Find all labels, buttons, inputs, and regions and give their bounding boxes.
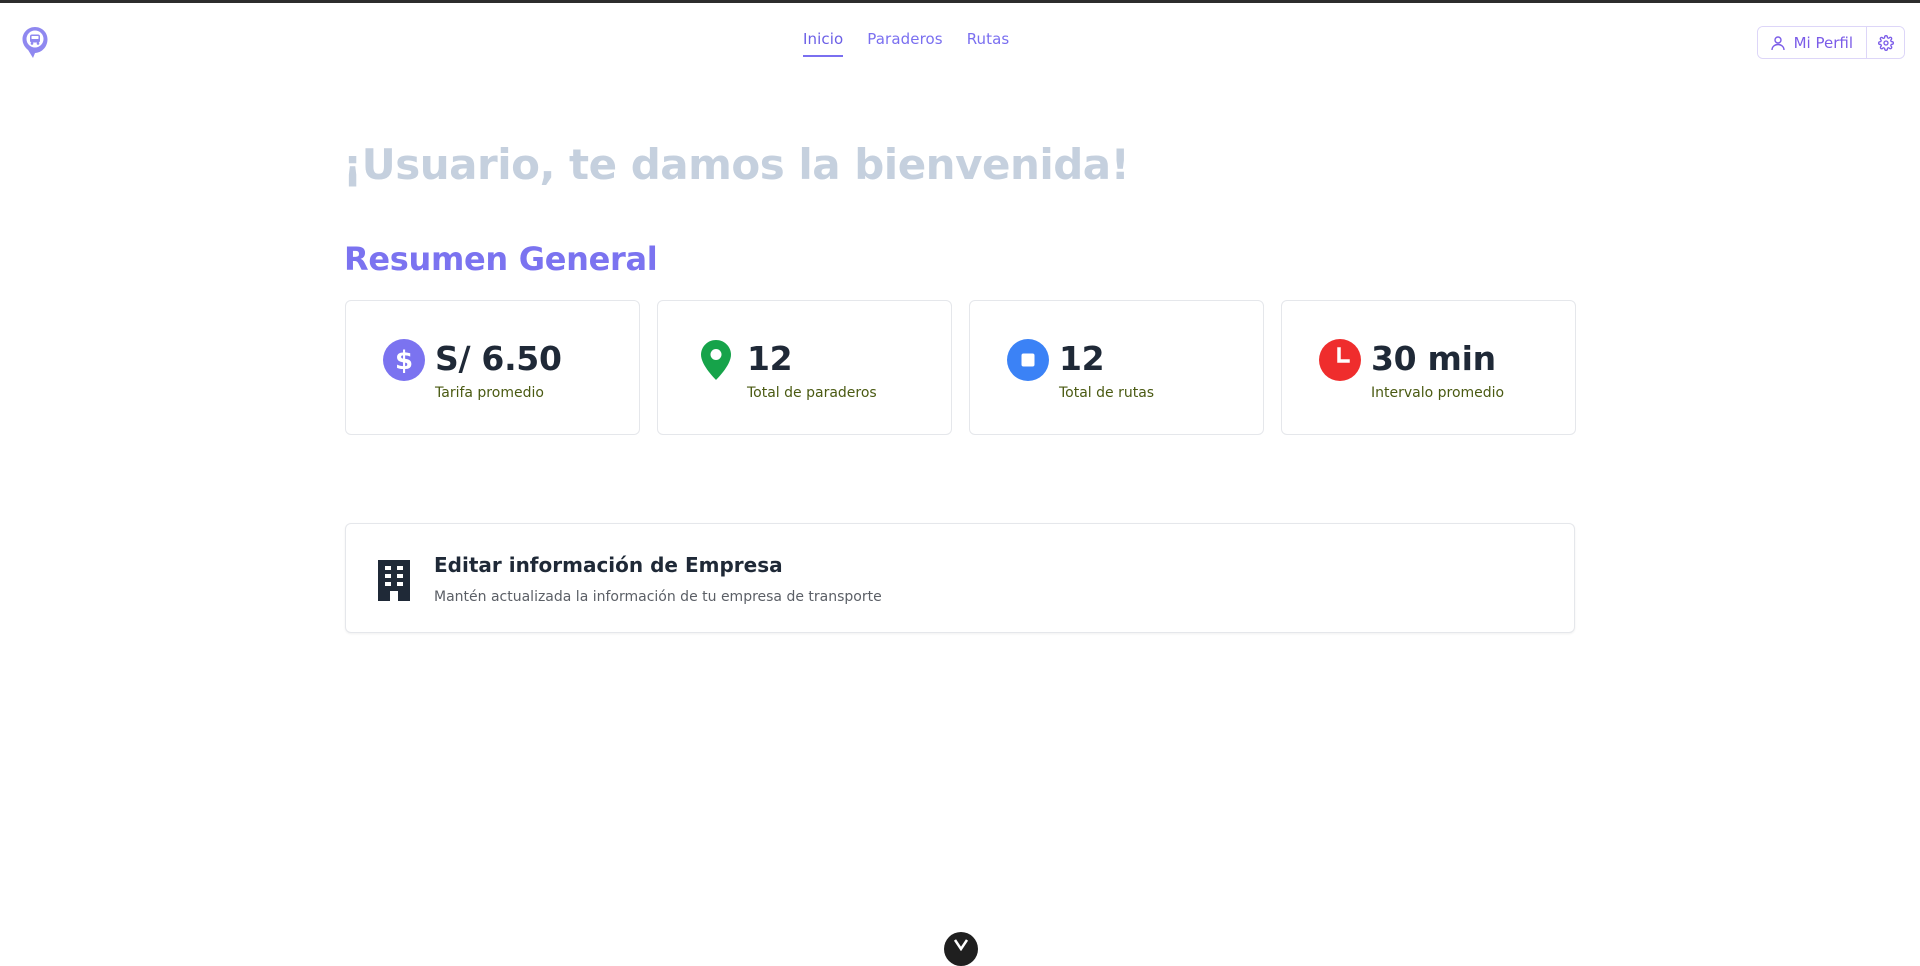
my-profile-button[interactable]: Mi Perfil bbox=[1757, 27, 1866, 58]
nav-tab-rutas[interactable]: Rutas bbox=[967, 30, 1010, 57]
stats-cards: $ S/ 6.50 Tarifa promedio 12 Total de pa… bbox=[345, 300, 1576, 435]
company-card-description: Mantén actualizada la información de tu … bbox=[434, 589, 882, 605]
nav-tab-paraderos[interactable]: Paraderos bbox=[867, 30, 942, 57]
svg-text:$: $ bbox=[395, 346, 413, 376]
main-nav: Inicio Paraderos Rutas bbox=[803, 30, 1009, 57]
user-icon bbox=[1770, 35, 1785, 50]
welcome-heading: ¡Usuario, te damos la bienvenida! bbox=[343, 140, 1130, 189]
chevron-down-icon bbox=[954, 939, 968, 951]
stat-card-fare: $ S/ 6.50 Tarifa promedio bbox=[345, 300, 640, 435]
scroll-toggle-button[interactable] bbox=[944, 932, 978, 966]
clock-icon bbox=[1319, 339, 1361, 381]
edit-company-card[interactable]: Editar información de Empresa Mantén act… bbox=[345, 523, 1575, 633]
stat-value: S/ 6.50 bbox=[435, 339, 562, 378]
stat-value: 30 min bbox=[1371, 339, 1496, 378]
dollar-icon: $ bbox=[383, 339, 425, 381]
my-profile-label: Mi Perfil bbox=[1793, 33, 1853, 52]
gear-icon bbox=[1877, 34, 1894, 51]
stat-card-routes: 12 Total de rutas bbox=[969, 300, 1264, 435]
stop-square-icon bbox=[1007, 339, 1049, 381]
stat-card-interval: 30 min Intervalo promedio bbox=[1281, 300, 1576, 435]
stat-label: Intervalo promedio bbox=[1371, 385, 1505, 401]
stat-label: Total de paraderos bbox=[747, 385, 877, 401]
bus-location-pin-icon[interactable] bbox=[20, 26, 50, 60]
map-pin-icon bbox=[701, 340, 731, 380]
stat-value: 12 bbox=[747, 339, 793, 378]
company-card-title: Editar información de Empresa bbox=[434, 553, 783, 577]
building-icon bbox=[378, 560, 410, 601]
stat-label: Tarifa promedio bbox=[435, 385, 544, 401]
summary-section-title: Resumen General bbox=[344, 240, 658, 278]
top-border bbox=[0, 0, 1920, 3]
settings-button[interactable] bbox=[1866, 27, 1904, 58]
stat-card-stops: 12 Total de paraderos bbox=[657, 300, 952, 435]
stat-label: Total de rutas bbox=[1059, 385, 1155, 401]
nav-tab-inicio[interactable]: Inicio bbox=[803, 30, 844, 57]
profile-button-group: Mi Perfil bbox=[1756, 26, 1905, 59]
stat-value: 12 bbox=[1059, 339, 1105, 378]
